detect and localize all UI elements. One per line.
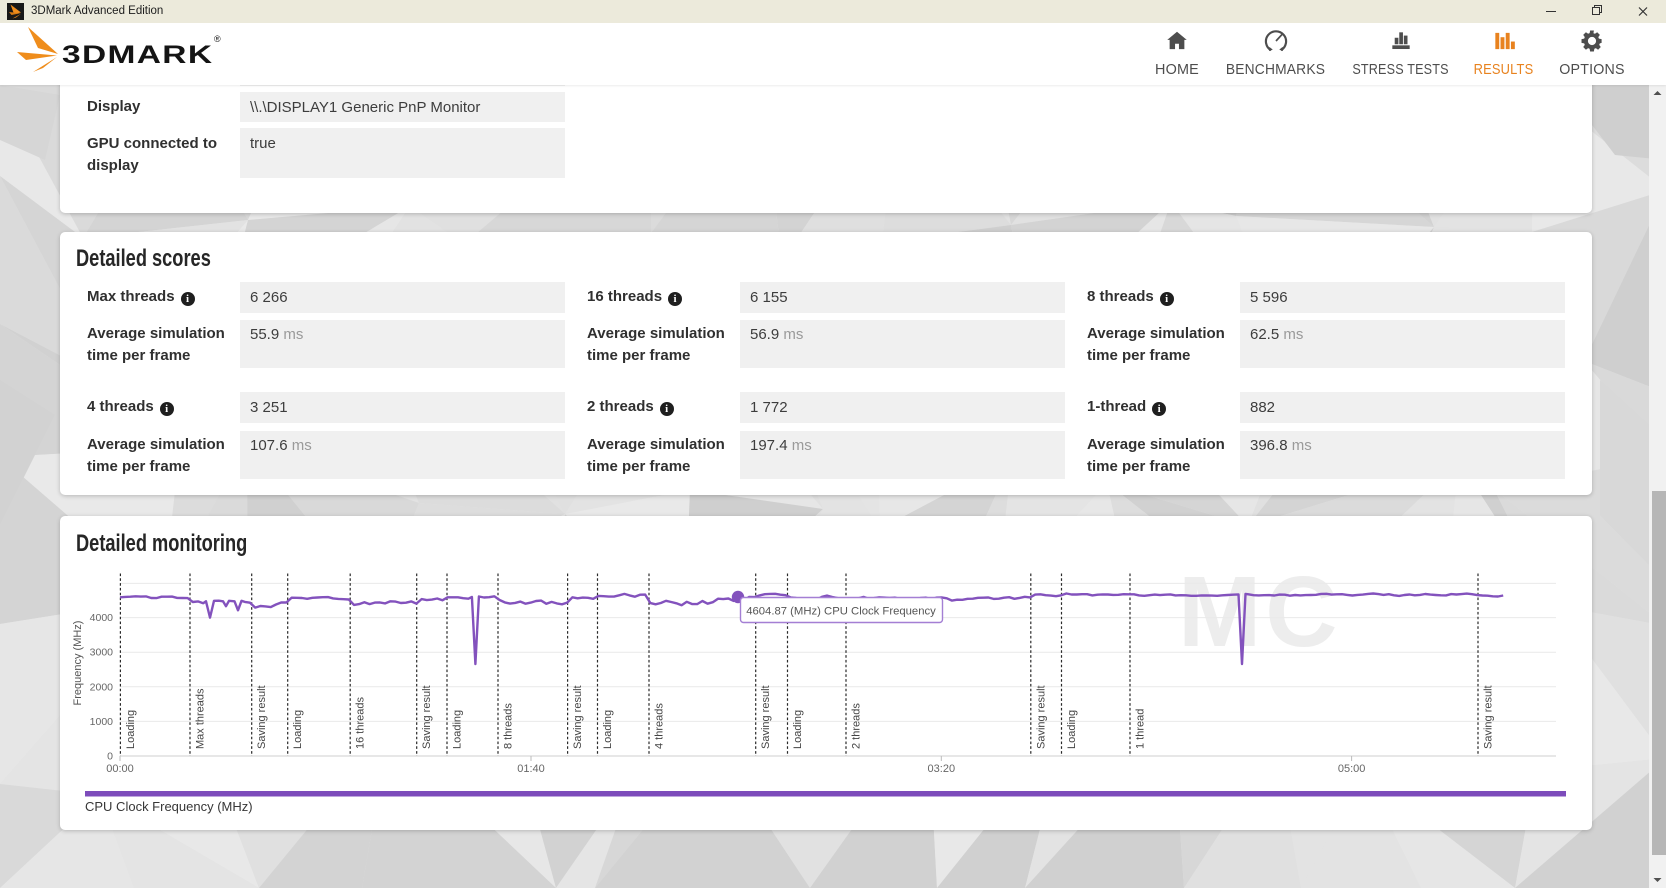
svg-text:Saving result: Saving result bbox=[760, 685, 772, 749]
svg-text:1 thread: 1 thread bbox=[1135, 709, 1147, 749]
svg-text:Saving result: Saving result bbox=[256, 685, 268, 749]
svg-text:Loading: Loading bbox=[452, 710, 464, 749]
svg-text:Saving result: Saving result bbox=[1483, 685, 1495, 749]
svg-text:Max threads: Max threads bbox=[195, 688, 207, 749]
svg-text:05:00: 05:00 bbox=[1338, 763, 1366, 775]
svg-text:Loading: Loading bbox=[125, 710, 137, 749]
svg-text:1000: 1000 bbox=[90, 716, 114, 728]
svg-text:Loading: Loading bbox=[292, 710, 304, 749]
svg-text:8 threads: 8 threads bbox=[503, 703, 515, 749]
svg-text:2000: 2000 bbox=[90, 681, 114, 693]
svg-text:MC: MC bbox=[1178, 556, 1342, 668]
svg-text:16 threads: 16 threads bbox=[355, 697, 367, 749]
svg-text:03:20: 03:20 bbox=[928, 763, 956, 775]
svg-text:Saving result: Saving result bbox=[421, 685, 433, 749]
svg-text:2 threads: 2 threads bbox=[851, 703, 863, 749]
svg-text:Loading: Loading bbox=[602, 710, 614, 749]
svg-text:4000: 4000 bbox=[90, 612, 114, 624]
svg-text:00:00: 00:00 bbox=[106, 763, 134, 775]
svg-text:4604.87 (MHz) CPU Clock Freque: 4604.87 (MHz) CPU Clock Frequency bbox=[746, 606, 936, 618]
svg-text:Saving result: Saving result bbox=[1035, 685, 1047, 749]
svg-text:Loading: Loading bbox=[792, 710, 804, 749]
svg-text:Saving result: Saving result bbox=[572, 685, 584, 749]
svg-text:Loading: Loading bbox=[1066, 710, 1078, 749]
svg-text:01:40: 01:40 bbox=[517, 763, 545, 775]
svg-text:4 threads: 4 threads bbox=[654, 703, 666, 749]
svg-text:3000: 3000 bbox=[90, 647, 114, 659]
svg-text:CPU Clock Frequency (MHz): CPU Clock Frequency (MHz) bbox=[85, 799, 253, 814]
svg-text:0: 0 bbox=[107, 751, 113, 763]
svg-text:Frequency (MHz): Frequency (MHz) bbox=[72, 621, 84, 706]
